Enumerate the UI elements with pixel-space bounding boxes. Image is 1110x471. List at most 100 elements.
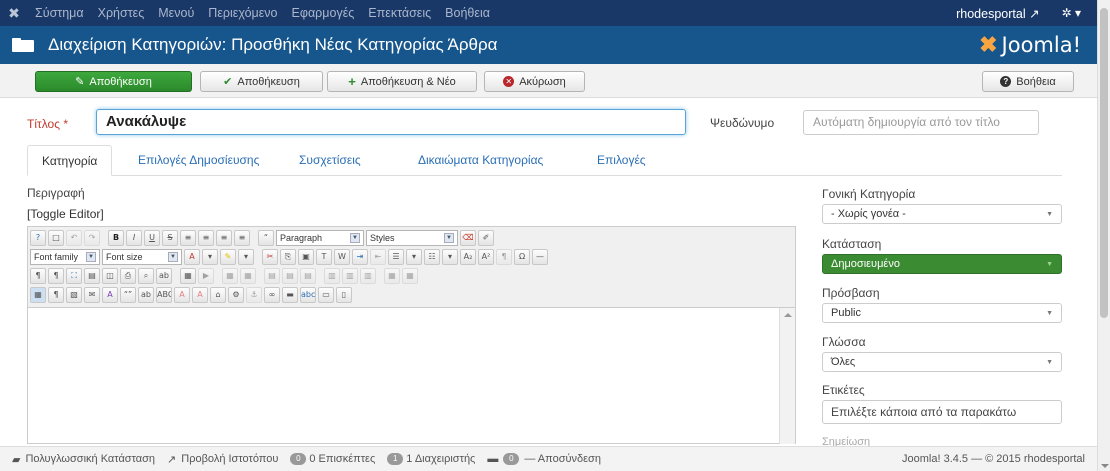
preview-icon[interactable]: ◫ (102, 268, 118, 284)
highlight-icon[interactable]: ✎ (220, 249, 236, 265)
cleanup-icon[interactable]: ✐ (478, 230, 494, 246)
table-col-before-icon[interactable]: ▥ (324, 268, 340, 284)
dropdown-arrow-icon[interactable]: ▾ (442, 249, 458, 265)
anchor-icon[interactable]: ⚓ (246, 287, 262, 303)
cancel-button[interactable]: ✕ Ακύρωση (484, 71, 585, 92)
rtl-icon[interactable]: ¶ (48, 268, 64, 284)
horizontal-rule-icon[interactable]: — (532, 249, 548, 265)
save-button[interactable]: ✎ Αποθήκευση (35, 71, 192, 92)
indent-icon[interactable]: ⇥ (352, 249, 368, 265)
superscript-icon[interactable]: A² (478, 249, 494, 265)
messages-status[interactable]: ▬ 0 (487, 453, 522, 465)
tab-publishing[interactable]: Επιλογές Δημοσίευσης (124, 145, 273, 176)
split-cells-icon[interactable]: ▦ (402, 268, 418, 284)
non-breaking-icon[interactable]: ⚙ (228, 287, 244, 303)
view-site-link[interactable]: ↗ Προβολή Ιστοτόπου (167, 453, 278, 466)
eraser-icon[interactable]: ⌫ (460, 230, 476, 246)
scroll-up-icon[interactable] (784, 313, 792, 317)
cite-icon[interactable]: “” (120, 287, 136, 303)
menu-item-help[interactable]: Βοήθεια (438, 6, 497, 20)
bold-icon[interactable]: B (108, 230, 124, 246)
paste-icon[interactable]: ▣ (298, 249, 314, 265)
image-icon[interactable]: ▦ (180, 268, 196, 284)
visual-aid-icon[interactable]: ▦ (30, 287, 46, 303)
spellcheck-icon[interactable]: abc (300, 287, 316, 303)
save-close-button[interactable]: ✔ Αποθήκευση (200, 71, 323, 92)
subscript-icon[interactable]: A₂ (460, 249, 476, 265)
parent-category-select[interactable]: - Χωρίς γονέα - ▼ (822, 204, 1062, 224)
print-icon[interactable]: ⎙ (120, 268, 136, 284)
menu-item-extensions[interactable]: Επεκτάσεις (361, 6, 438, 20)
page-break-icon[interactable]: ▯ (336, 287, 352, 303)
replace-icon[interactable]: ab (156, 268, 172, 284)
styles-icon[interactable]: A (102, 287, 118, 303)
merge-cells-icon[interactable]: ▦ (384, 268, 400, 284)
help-button[interactable]: ? Βοήθεια (982, 71, 1074, 92)
menu-item-content[interactable]: Περιεχόμενο (201, 6, 284, 20)
acronym-icon[interactable]: ABC (156, 287, 172, 303)
toggle-editor-link[interactable]: [Toggle Editor] (27, 207, 104, 221)
code-icon[interactable]: ▭ (318, 287, 334, 303)
find-icon[interactable]: ⌕ (138, 268, 154, 284)
fullscreen-icon[interactable]: ⛶ (66, 268, 82, 284)
site-link[interactable]: rhodesportal ↗ (956, 6, 1039, 21)
dropdown-arrow-icon[interactable]: ▾ (238, 249, 254, 265)
tab-permissions[interactable]: Δικαιώματα Κατηγορίας (404, 145, 557, 176)
multilingual-status-link[interactable]: ▰ Πολυγλωσσική Κατάσταση (12, 453, 155, 466)
scroll-down-icon[interactable] (1101, 464, 1109, 468)
blockquote-icon[interactable]: “ (258, 230, 274, 246)
attributes-icon[interactable]: ⌂ (210, 287, 226, 303)
scrollbar-thumb[interactable] (1100, 8, 1108, 318)
table-delete-col-icon[interactable]: ▥ (360, 268, 376, 284)
paste-text-icon[interactable]: T (316, 249, 332, 265)
gear-icon[interactable]: ✲ ▾ (1062, 6, 1081, 20)
menu-item-system[interactable]: Σύστημα (28, 6, 91, 20)
table-icon[interactable]: ▦ (222, 268, 238, 284)
outdent-icon[interactable]: ⇤ (370, 249, 386, 265)
joomla-menu-icon[interactable]: ✖ (0, 5, 28, 22)
underline-icon[interactable]: U (144, 230, 160, 246)
logout-link[interactable]: — Αποσύνδεση (524, 453, 601, 465)
align-left-icon[interactable]: ≡ (180, 230, 196, 246)
title-input[interactable]: Ανακάλυψε (96, 109, 686, 135)
menu-item-menus[interactable]: Μενού (151, 6, 201, 20)
page-scrollbar[interactable] (1097, 0, 1110, 471)
show-blocks-icon[interactable]: ¶ (48, 287, 64, 303)
access-select[interactable]: Public ▼ (822, 303, 1062, 323)
alias-input[interactable]: Αυτόματη δημιουργία από τον τίτλο (803, 110, 1039, 135)
email-icon[interactable]: ✉ (84, 287, 100, 303)
unlink-icon[interactable]: ▬ (282, 287, 298, 303)
table-insert-row-icon[interactable]: ▤ (264, 268, 280, 284)
numbered-list-icon[interactable]: ☷ (424, 249, 440, 265)
link-icon[interactable]: ∞ (264, 287, 280, 303)
menu-item-components[interactable]: Εφαρμογές (285, 6, 362, 20)
special-char-icon[interactable]: Ω (514, 249, 530, 265)
editor-scrollbar[interactable] (779, 308, 795, 444)
insert-layer-icon[interactable]: ▧ (66, 287, 82, 303)
italic-icon[interactable]: I (126, 230, 142, 246)
inserted-text-icon[interactable]: A (192, 287, 208, 303)
redo-icon[interactable]: ↷ (84, 230, 100, 246)
table-col-after-icon[interactable]: ▥ (342, 268, 358, 284)
format-select[interactable]: Paragraph ▼ (276, 230, 364, 246)
dropdown-arrow-icon[interactable]: ▾ (406, 249, 422, 265)
copy-icon[interactable]: ⎘ (280, 249, 296, 265)
cut-icon[interactable]: ✂ (262, 249, 278, 265)
tab-associations[interactable]: Συσχετίσεις (285, 145, 375, 176)
table-row-icon[interactable]: ▦ (240, 268, 256, 284)
undo-icon[interactable]: ↶ (66, 230, 82, 246)
new-document-icon[interactable]: □ (48, 230, 64, 246)
tab-category[interactable]: Κατηγορία (27, 145, 113, 176)
editor-content-area[interactable] (28, 307, 795, 444)
text-direction-icon[interactable]: ¶ (496, 249, 512, 265)
strikethrough-icon[interactable]: S (162, 230, 178, 246)
tab-options[interactable]: Επιλογές (583, 145, 660, 176)
table-props-icon[interactable]: ▤ (300, 268, 316, 284)
template-icon[interactable]: ▤ (84, 268, 100, 284)
styles-select[interactable]: Styles ▼ (366, 230, 458, 246)
paste-word-icon[interactable]: W (334, 249, 350, 265)
font-size-select[interactable]: Font size ▼ (102, 249, 182, 265)
deleted-text-icon[interactable]: A (174, 287, 190, 303)
media-icon[interactable]: ▶ (198, 268, 214, 284)
bullet-list-icon[interactable]: ☰ (388, 249, 404, 265)
